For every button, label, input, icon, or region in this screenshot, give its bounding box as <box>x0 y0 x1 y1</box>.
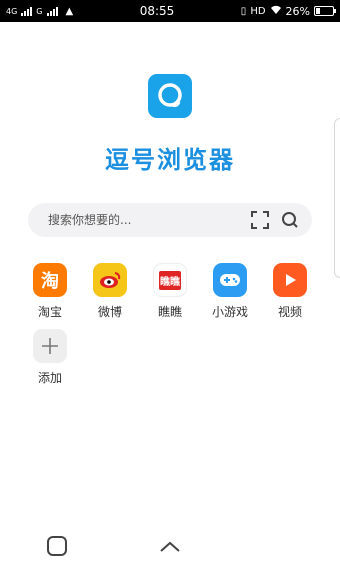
shortcut-label: 微博 <box>97 305 122 319</box>
shortcut-label: 添加 <box>37 371 62 385</box>
vibrate-icon: ▯ <box>240 5 247 17</box>
taobao-icon: 淘 <box>33 263 67 297</box>
shortcut-taobao[interactable]: 淘 淘宝 <box>24 263 76 320</box>
qiaoqiao-glyph: 瞧瞧 <box>159 270 181 290</box>
search-bar[interactable] <box>28 203 312 237</box>
clock: 08:55 <box>139 4 175 18</box>
shortcut-add[interactable]: 添加 <box>24 329 76 386</box>
status-left: 4G G ▲ <box>6 6 73 17</box>
side-drawer-handle[interactable] <box>334 118 340 278</box>
shortcut-label: 淘宝 <box>37 305 62 319</box>
wifi-icon <box>270 5 282 18</box>
signal-icon-2 <box>46 6 58 16</box>
tabs-icon <box>47 536 67 556</box>
status-right: ▯ HD 26% <box>240 4 336 18</box>
shortcut-label: 瞧瞧 <box>157 305 182 319</box>
shortcut-minigames[interactable]: 小游戏 <box>204 263 256 320</box>
gamepad-icon <box>213 263 247 297</box>
shortcut-label: 视频 <box>277 305 302 319</box>
shortcut-label: 小游戏 <box>211 305 248 319</box>
comma-logo-icon <box>158 83 182 108</box>
weibo-icon <box>93 263 127 297</box>
shortcut-qiaoqiao[interactable]: 瞧瞧 瞧瞧 <box>144 263 196 320</box>
signal-icon <box>21 6 33 16</box>
network-type-secondary: G <box>36 6 43 16</box>
hd-indicator: HD <box>250 5 266 17</box>
add-icon <box>33 329 67 363</box>
play-triangle-icon <box>286 274 296 286</box>
tabs-button[interactable] <box>43 532 71 560</box>
search-input[interactable] <box>46 212 242 228</box>
search-icon[interactable] <box>278 208 302 232</box>
shortcut-video[interactable]: 视频 <box>264 263 316 320</box>
plus-icon <box>42 338 58 354</box>
taobao-glyph: 淘 <box>41 271 59 292</box>
network-type-primary: 4G <box>6 6 18 16</box>
qiaoqiao-icon: 瞧瞧 <box>153 263 187 297</box>
app-logo <box>148 74 192 118</box>
menu-expand-button[interactable] <box>156 532 184 560</box>
chevron-up-icon <box>160 541 180 552</box>
battery-percent: 26% <box>285 4 310 18</box>
battery-icon <box>314 6 336 16</box>
android-debug-icon: ▲ <box>65 5 74 17</box>
battery-level <box>316 8 320 14</box>
app-name: 逗号浏览器 <box>105 146 235 174</box>
play-icon <box>273 263 307 297</box>
weibo-eye-icon <box>100 272 121 288</box>
scan-icon[interactable] <box>248 208 272 232</box>
shortcut-weibo[interactable]: 微博 <box>84 263 136 320</box>
controller-icon <box>220 274 240 286</box>
status-bar: 4G G ▲ 08:55 ▯ HD 26% <box>0 0 340 22</box>
